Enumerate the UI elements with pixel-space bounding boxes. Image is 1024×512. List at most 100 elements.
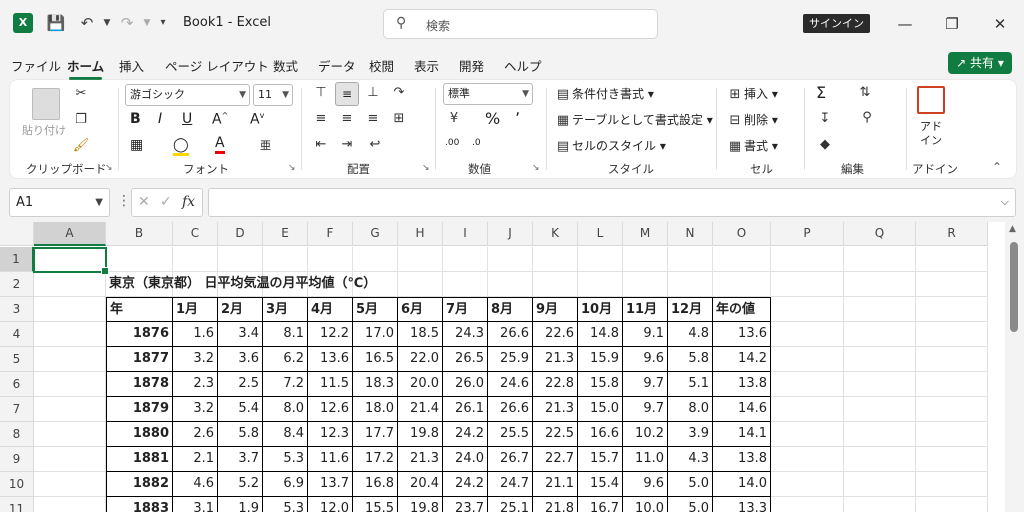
temperature-cell[interactable]: 14.2: [713, 347, 771, 372]
bold-icon[interactable]: B: [130, 111, 141, 127]
phonetic-icon[interactable]: 亜: [260, 137, 271, 153]
currency-icon[interactable]: ¥: [445, 111, 463, 126]
percent-icon[interactable]: %: [485, 109, 500, 128]
cell[interactable]: [443, 272, 488, 297]
cell[interactable]: [916, 422, 988, 447]
temperature-cell[interactable]: 21.8: [533, 497, 578, 512]
cell[interactable]: [34, 497, 106, 512]
minimize-icon[interactable]: —: [890, 12, 920, 36]
temperature-cell[interactable]: 3.4: [218, 322, 263, 347]
cell[interactable]: [916, 497, 988, 512]
year-cell[interactable]: 1881: [106, 447, 173, 472]
temperature-cell[interactable]: 5.3: [263, 497, 308, 512]
temperature-cell[interactable]: 13.6: [308, 347, 353, 372]
cell[interactable]: [34, 272, 106, 297]
table-header-cell[interactable]: 5月: [353, 297, 398, 322]
temperature-cell[interactable]: 8.0: [668, 397, 713, 422]
column-header-L[interactable]: L: [578, 222, 623, 246]
temperature-cell[interactable]: 13.6: [713, 322, 771, 347]
column-header-I[interactable]: I: [443, 222, 488, 246]
temperature-cell[interactable]: 22.6: [533, 322, 578, 347]
enter-icon[interactable]: ✓: [160, 194, 172, 210]
cell[interactable]: [771, 322, 844, 347]
shrink-font-icon[interactable]: Av: [250, 111, 264, 128]
cell[interactable]: [844, 247, 916, 272]
temperature-cell[interactable]: 16.5: [353, 347, 398, 372]
temperature-cell[interactable]: 22.0: [398, 347, 443, 372]
column-header-N[interactable]: N: [668, 222, 713, 246]
cell[interactable]: [771, 497, 844, 512]
temperature-cell[interactable]: 24.7: [488, 472, 533, 497]
addins-button-label[interactable]: アド イン: [920, 120, 942, 148]
temperature-cell[interactable]: 5.4: [218, 397, 263, 422]
cell[interactable]: [623, 247, 668, 272]
cell[interactable]: [443, 247, 488, 272]
column-header-D[interactable]: D: [218, 222, 263, 246]
grow-font-icon[interactable]: A^: [212, 111, 228, 128]
row-header-7[interactable]: 7: [0, 397, 34, 422]
decrease-decimal-icon[interactable]: .0: [472, 138, 481, 148]
temperature-cell[interactable]: 24.0: [443, 447, 488, 472]
cell[interactable]: [353, 247, 398, 272]
column-header-K[interactable]: K: [533, 222, 578, 246]
column-header-A[interactable]: A: [34, 222, 106, 246]
temperature-cell[interactable]: 18.3: [353, 372, 398, 397]
year-cell[interactable]: 1879: [106, 397, 173, 422]
addins-icon[interactable]: [917, 86, 945, 114]
temperature-cell[interactable]: 16.7: [578, 497, 623, 512]
temperature-cell[interactable]: 12.2: [308, 322, 353, 347]
temperature-cell[interactable]: 26.6: [488, 397, 533, 422]
temperature-cell[interactable]: 10.0: [623, 497, 668, 512]
cell[interactable]: [916, 447, 988, 472]
cell[interactable]: [916, 397, 988, 422]
copy-icon[interactable]: ❐: [72, 112, 90, 127]
cell[interactable]: [771, 297, 844, 322]
cell[interactable]: [398, 247, 443, 272]
fill-icon[interactable]: ↧: [816, 111, 834, 126]
column-header-C[interactable]: C: [173, 222, 218, 246]
temperature-cell[interactable]: 11.5: [308, 372, 353, 397]
temperature-cell[interactable]: 24.6: [488, 372, 533, 397]
temperature-cell[interactable]: 22.7: [533, 447, 578, 472]
temperature-cell[interactable]: 10.2: [623, 422, 668, 447]
font-size-combo[interactable]: 11 ▼: [253, 84, 293, 106]
temperature-cell[interactable]: 3.1: [173, 497, 218, 512]
row-header-4[interactable]: 4: [0, 322, 34, 347]
scroll-up-icon[interactable]: ▲: [1009, 224, 1016, 234]
cell[interactable]: [668, 247, 713, 272]
cell[interactable]: [533, 247, 578, 272]
temperature-cell[interactable]: 7.2: [263, 372, 308, 397]
sort-filter-icon[interactable]: ⇅: [856, 85, 874, 100]
table-header-cell[interactable]: 年: [106, 297, 173, 322]
table-title[interactable]: 東京（東京都） 日平均気温の月平均値（℃）: [106, 272, 376, 297]
temperature-cell[interactable]: 15.7: [578, 447, 623, 472]
cell[interactable]: [844, 497, 916, 512]
year-cell[interactable]: 1878: [106, 372, 173, 397]
row-header-1[interactable]: 1: [0, 247, 34, 272]
temperature-cell[interactable]: 5.8: [668, 347, 713, 372]
tab-review[interactable]: 校閲: [369, 56, 394, 75]
worksheet-grid[interactable]: A B C D E F G H I J K L M N O P Q R 1 2 3 4 5 6 7 8 9 10 11 東京（東京都） 日…: [0, 222, 1005, 512]
orientation-icon[interactable]: ↷: [390, 85, 408, 100]
cell[interactable]: [34, 347, 106, 372]
merge-center-icon[interactable]: ⊞: [390, 111, 408, 126]
customize-toolbar-icon[interactable]: ▾: [152, 12, 174, 34]
cell[interactable]: [34, 472, 106, 497]
temperature-cell[interactable]: 15.5: [353, 497, 398, 512]
temperature-cell[interactable]: 26.1: [443, 397, 488, 422]
temperature-cell[interactable]: 26.5: [443, 347, 488, 372]
vertical-scrollbar[interactable]: ▲: [1005, 222, 1024, 512]
tab-developer[interactable]: 開発: [459, 56, 484, 75]
undo-dropdown-icon[interactable]: ▼: [96, 12, 118, 34]
temperature-cell[interactable]: 12.0: [308, 497, 353, 512]
table-header-cell[interactable]: 年の値: [713, 297, 771, 322]
temperature-cell[interactable]: 14.0: [713, 472, 771, 497]
format-cells-button[interactable]: ▦ 書式 ▾: [726, 137, 778, 154]
table-header-cell[interactable]: 4月: [308, 297, 353, 322]
cell[interactable]: [34, 422, 106, 447]
cell[interactable]: [771, 272, 844, 297]
year-cell[interactable]: 1880: [106, 422, 173, 447]
temperature-cell[interactable]: 13.8: [713, 447, 771, 472]
temperature-cell[interactable]: 9.7: [623, 372, 668, 397]
number-format-combo[interactable]: 標準 ▼: [443, 83, 533, 105]
